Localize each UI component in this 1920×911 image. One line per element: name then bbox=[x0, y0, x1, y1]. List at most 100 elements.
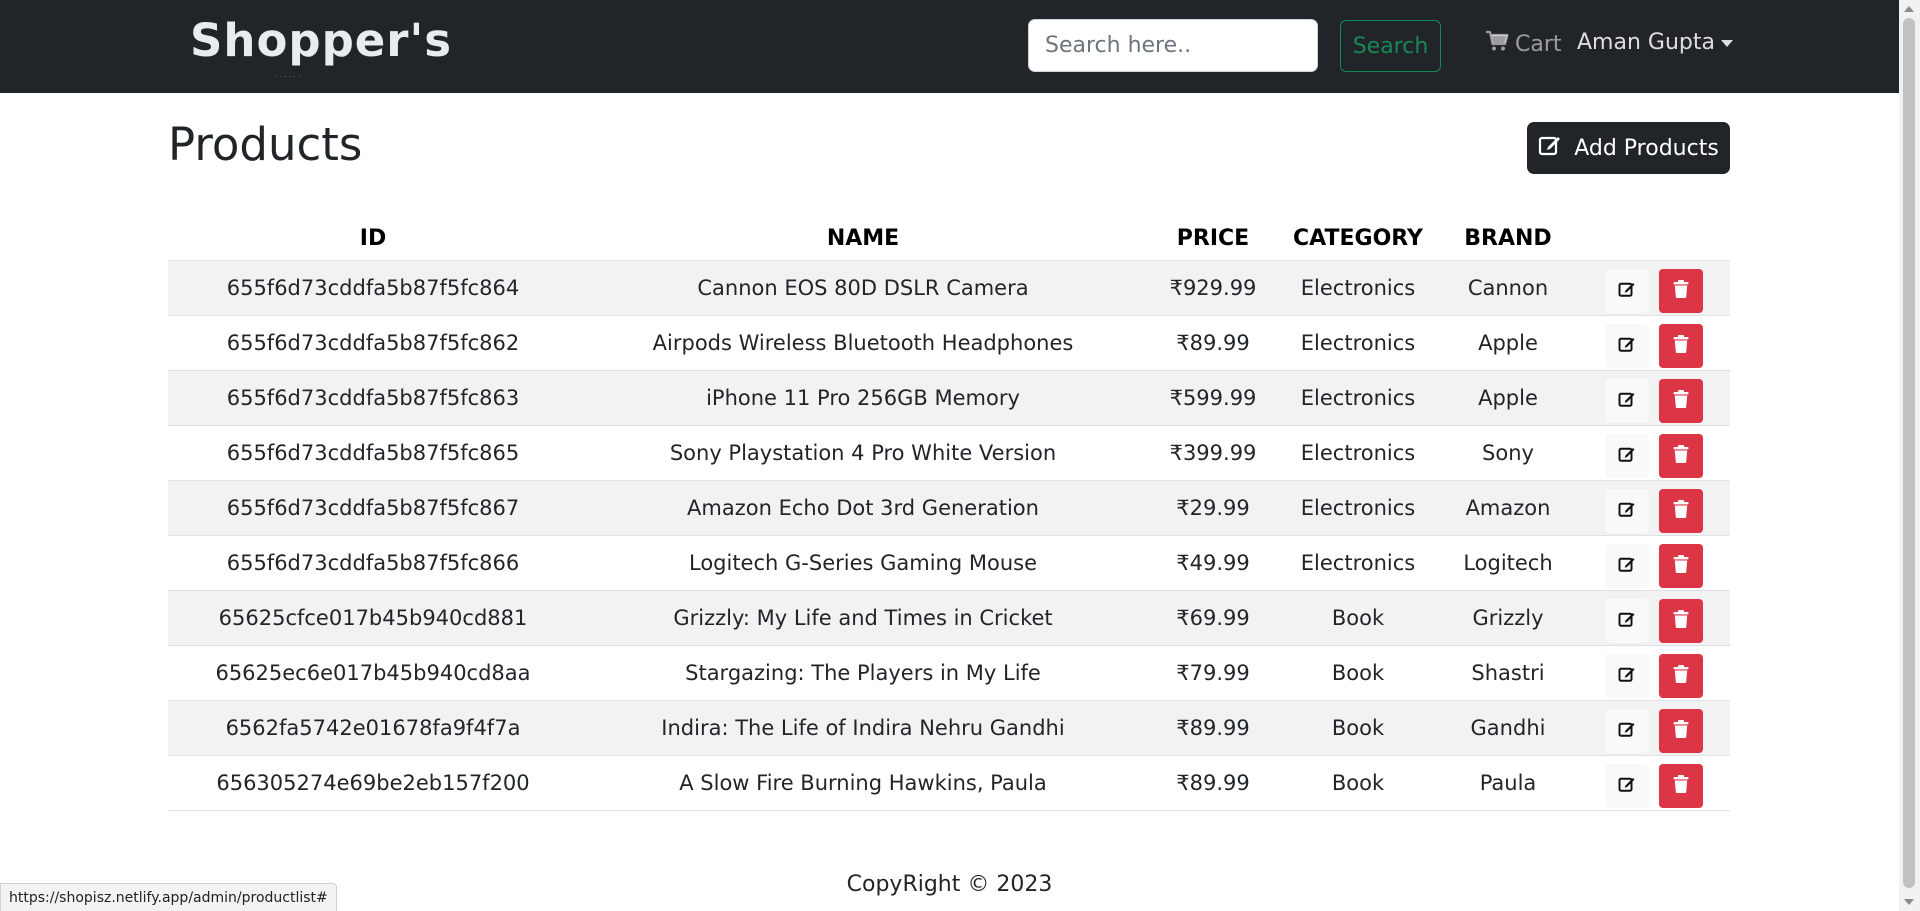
brand-logo[interactable]: Shopper's bbox=[190, 14, 452, 67]
row-actions bbox=[1578, 648, 1730, 698]
table-row: 655f6d73cddfa5b87f5fc864 Cannon EOS 80D D… bbox=[168, 260, 1730, 316]
delete-button[interactable] bbox=[1659, 598, 1703, 643]
cell-category: Electronics bbox=[1278, 480, 1438, 536]
table-row: 655f6d73cddfa5b87f5fc865 Sony Playstation… bbox=[168, 425, 1730, 481]
header-name: NAME bbox=[578, 218, 1148, 261]
cell-category: Book bbox=[1278, 700, 1438, 756]
search-input[interactable] bbox=[1028, 19, 1318, 72]
cell-brand: Cannon bbox=[1438, 260, 1578, 316]
cart-label: Cart bbox=[1515, 31, 1562, 57]
cell-brand: Shastri bbox=[1438, 645, 1578, 701]
scroll-down-arrow-icon[interactable] bbox=[1904, 899, 1914, 905]
cell-brand: Logitech bbox=[1438, 535, 1578, 591]
delete-button[interactable] bbox=[1659, 653, 1703, 698]
cell-brand: Gandhi bbox=[1438, 700, 1578, 756]
table-row: 65625cfce017b45b940cd881 Grizzly: My Life… bbox=[168, 590, 1730, 646]
cell-name: Grizzly: My Life and Times in Cricket bbox=[578, 590, 1148, 646]
edit-icon bbox=[1618, 390, 1636, 411]
edit-button[interactable] bbox=[1605, 543, 1649, 588]
row-actions bbox=[1578, 593, 1730, 643]
cell-name: Sony Playstation 4 Pro White Version bbox=[578, 425, 1148, 481]
cell-price: ₹929.99 bbox=[1148, 260, 1278, 316]
cell-price: ₹79.99 bbox=[1148, 645, 1278, 701]
cell-price: ₹599.99 bbox=[1148, 370, 1278, 426]
trash-icon bbox=[1673, 775, 1689, 796]
trash-icon bbox=[1673, 665, 1689, 686]
cell-category: Electronics bbox=[1278, 315, 1438, 371]
cell-id: 655f6d73cddfa5b87f5fc867 bbox=[168, 480, 578, 536]
row-actions bbox=[1578, 538, 1730, 588]
cell-actions bbox=[1578, 260, 1730, 316]
cell-price: ₹49.99 bbox=[1148, 535, 1278, 591]
header-id: ID bbox=[168, 218, 578, 261]
table-row: 655f6d73cddfa5b87f5fc867 Amazon Echo Dot … bbox=[168, 480, 1730, 536]
page-title: Products bbox=[168, 118, 363, 171]
cell-category: Book bbox=[1278, 755, 1438, 811]
edit-button[interactable] bbox=[1605, 708, 1649, 753]
scroll-thumb[interactable] bbox=[1903, 18, 1915, 888]
cell-actions bbox=[1578, 755, 1730, 811]
edit-button[interactable] bbox=[1605, 598, 1649, 643]
edit-icon bbox=[1618, 610, 1636, 631]
trash-icon bbox=[1673, 390, 1689, 411]
cell-id: 655f6d73cddfa5b87f5fc865 bbox=[168, 425, 578, 481]
edit-button[interactable] bbox=[1605, 763, 1649, 808]
delete-button[interactable] bbox=[1659, 268, 1703, 313]
row-actions bbox=[1578, 373, 1730, 423]
delete-button[interactable] bbox=[1659, 323, 1703, 368]
cell-price: ₹89.99 bbox=[1148, 755, 1278, 811]
delete-button[interactable] bbox=[1659, 708, 1703, 753]
cell-brand: Apple bbox=[1438, 315, 1578, 371]
cell-brand: Paula bbox=[1438, 755, 1578, 811]
edit-icon bbox=[1618, 665, 1636, 686]
edit-button[interactable] bbox=[1605, 488, 1649, 533]
edit-button[interactable] bbox=[1605, 433, 1649, 478]
delete-button[interactable] bbox=[1659, 763, 1703, 808]
delete-button[interactable] bbox=[1659, 543, 1703, 588]
scroll-up-arrow-icon[interactable] bbox=[1904, 6, 1914, 12]
add-products-button[interactable]: Add Products bbox=[1527, 122, 1730, 174]
edit-icon bbox=[1618, 335, 1636, 356]
header-category: CATEGORY bbox=[1278, 218, 1438, 261]
cell-name: Airpods Wireless Bluetooth Headphones bbox=[578, 315, 1148, 371]
add-products-label: Add Products bbox=[1574, 135, 1719, 161]
edit-button[interactable] bbox=[1605, 268, 1649, 313]
search-button[interactable]: Search bbox=[1340, 20, 1441, 72]
cell-name: Cannon EOS 80D DSLR Camera bbox=[578, 260, 1148, 316]
cell-actions bbox=[1578, 425, 1730, 481]
cell-id: 655f6d73cddfa5b87f5fc862 bbox=[168, 315, 578, 371]
edit-button[interactable] bbox=[1605, 323, 1649, 368]
cell-actions bbox=[1578, 535, 1730, 591]
cell-name: iPhone 11 Pro 256GB Memory bbox=[578, 370, 1148, 426]
cell-actions bbox=[1578, 315, 1730, 371]
trash-icon bbox=[1673, 280, 1689, 301]
cell-id: 655f6d73cddfa5b87f5fc863 bbox=[168, 370, 578, 426]
trash-icon bbox=[1673, 610, 1689, 631]
cart-link[interactable]: Cart bbox=[1485, 30, 1562, 58]
trash-icon bbox=[1673, 445, 1689, 466]
cell-actions bbox=[1578, 480, 1730, 536]
header-actions bbox=[1578, 218, 1730, 261]
user-dropdown[interactable]: Aman Gupta bbox=[1577, 30, 1733, 55]
cell-brand: Apple bbox=[1438, 370, 1578, 426]
edit-button[interactable] bbox=[1605, 653, 1649, 698]
delete-button[interactable] bbox=[1659, 488, 1703, 533]
page-scrollbar[interactable] bbox=[1899, 0, 1920, 911]
caret-down-icon bbox=[1720, 40, 1733, 47]
edit-icon bbox=[1618, 445, 1636, 466]
header-brand: BRAND bbox=[1438, 218, 1578, 261]
cell-id: 65625cfce017b45b940cd881 bbox=[168, 590, 578, 646]
delete-button[interactable] bbox=[1659, 378, 1703, 423]
edit-icon bbox=[1618, 280, 1636, 301]
cell-category: Electronics bbox=[1278, 260, 1438, 316]
trash-icon bbox=[1673, 555, 1689, 576]
cell-category: Electronics bbox=[1278, 370, 1438, 426]
trash-icon bbox=[1673, 335, 1689, 356]
cell-brand: Amazon bbox=[1438, 480, 1578, 536]
edit-button[interactable] bbox=[1605, 378, 1649, 423]
cell-category: Book bbox=[1278, 590, 1438, 646]
cell-name: Indira: The Life of Indira Nehru Gandhi bbox=[578, 700, 1148, 756]
delete-button[interactable] bbox=[1659, 433, 1703, 478]
header-price: PRICE bbox=[1148, 218, 1278, 261]
cell-id: 6562fa5742e01678fa9f4f7a bbox=[168, 700, 578, 756]
